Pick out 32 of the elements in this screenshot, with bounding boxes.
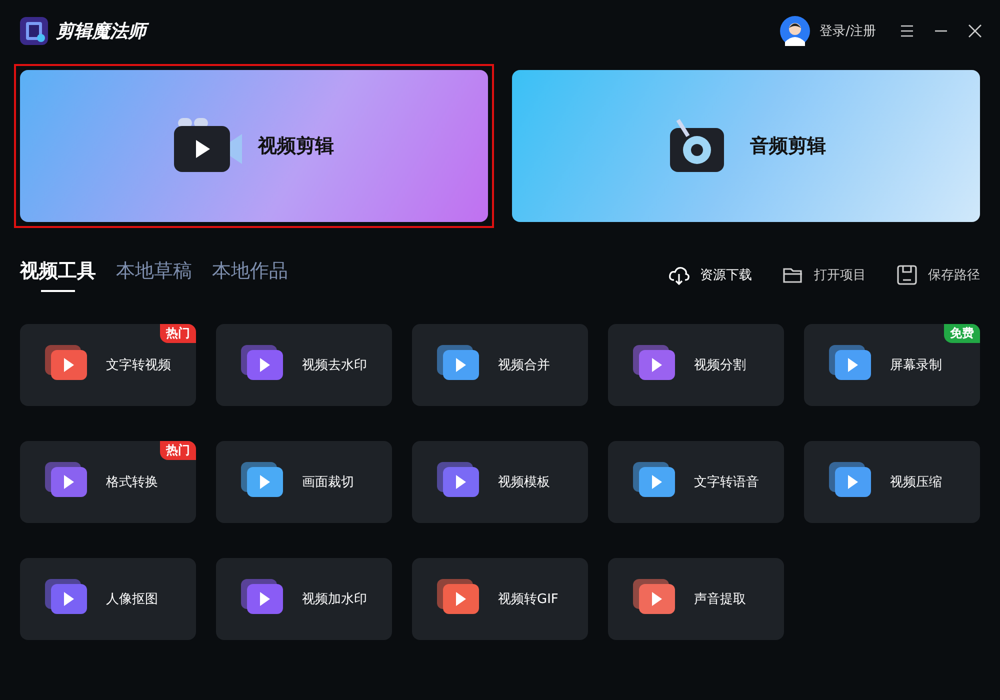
login-link[interactable]: 登录/注册 (820, 22, 876, 40)
toolbar-link[interactable]: 保存路径 (896, 264, 980, 286)
tool-card[interactable]: 热门 格式转换 (20, 441, 196, 523)
avatar-icon (780, 16, 810, 46)
hero-card[interactable]: 视频剪辑 (14, 64, 494, 228)
toolbar-link[interactable]: 资源下载 (668, 264, 752, 286)
tool-card[interactable]: 视频转GIF (412, 558, 588, 640)
close-icon[interactable] (968, 24, 982, 38)
tool-card[interactable]: 视频去水印 (216, 324, 392, 406)
tool-badge: 热门 (160, 324, 196, 343)
tool-card[interactable]: 热门 文字转视频 (20, 324, 196, 406)
tool-card[interactable]: 文字转语音 (608, 441, 784, 523)
tab[interactable]: 视频工具 (20, 258, 96, 292)
tool-card[interactable]: 视频分割 (608, 324, 784, 406)
tab[interactable]: 本地作品 (212, 258, 288, 292)
tab[interactable]: 本地草稿 (116, 258, 192, 292)
menu-icon[interactable] (900, 24, 914, 38)
save-icon (896, 264, 918, 286)
film-logo-icon (20, 17, 48, 45)
tool-card[interactable]: 人像抠图 (20, 558, 196, 640)
tool-card[interactable]: 视频模板 (412, 441, 588, 523)
video-camera-icon (174, 118, 244, 174)
tool-badge: 热门 (160, 441, 196, 460)
tool-card[interactable]: 视频合并 (412, 324, 588, 406)
toolbar-link[interactable]: 打开项目 (782, 264, 866, 286)
tool-badge: 免费 (944, 324, 980, 343)
tool-card[interactable]: 画面裁切 (216, 441, 392, 523)
tool-card[interactable]: 免费 屏幕录制 (804, 324, 980, 406)
tool-card[interactable]: 视频压缩 (804, 441, 980, 523)
tool-card[interactable]: 声音提取 (608, 558, 784, 640)
cloud-download-icon (668, 264, 690, 286)
tool-card[interactable]: 视频加水印 (216, 558, 392, 640)
